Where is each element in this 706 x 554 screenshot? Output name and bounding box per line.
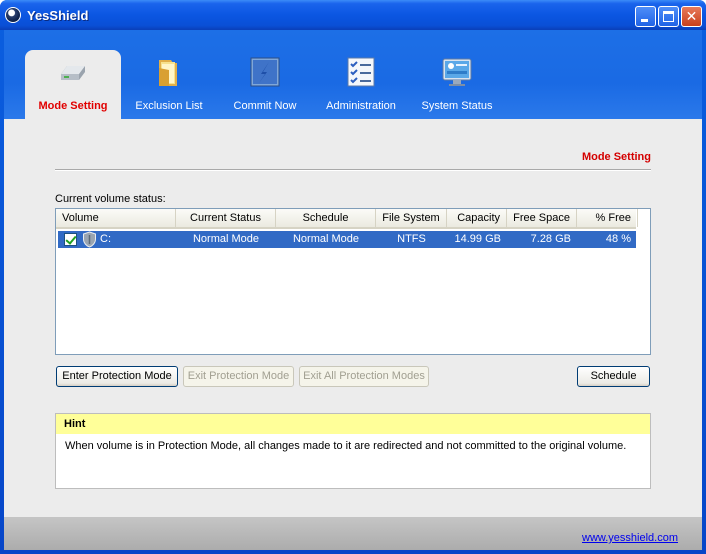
column-header-pct-free[interactable]: % Free bbox=[577, 209, 638, 227]
tab-exclusion-list[interactable]: Exclusion List bbox=[121, 50, 217, 119]
column-header-free-space[interactable]: Free Space bbox=[507, 209, 577, 227]
checklist-icon bbox=[347, 57, 375, 87]
tab-label: Exclusion List bbox=[135, 100, 203, 112]
tab-label: Administration bbox=[326, 100, 396, 112]
hint-text: When volume is in Protection Mode, all c… bbox=[65, 440, 627, 452]
tab-bar: Mode Setting Exclusion List Commit Now A… bbox=[4, 30, 702, 120]
schedule-button[interactable]: Schedule bbox=[577, 366, 650, 387]
volume-checkbox[interactable] bbox=[64, 233, 77, 246]
monitor-icon bbox=[442, 58, 472, 86]
cell-pct-free: 48 % bbox=[605, 233, 631, 245]
close-button[interactable]: ✕ bbox=[681, 6, 702, 27]
cell-free-space: 7.28 GB bbox=[530, 233, 571, 245]
tab-system-status[interactable]: System Status bbox=[409, 50, 505, 119]
column-header-volume[interactable]: Volume bbox=[56, 209, 176, 227]
column-header-schedule[interactable]: Schedule bbox=[276, 209, 376, 227]
hint-panel: Hint When volume is in Protection Mode, … bbox=[55, 413, 651, 489]
tab-label: Commit Now bbox=[233, 100, 297, 112]
table-row[interactable]: C: Normal Mode Normal Mode NTFS 14.99 GB… bbox=[58, 231, 636, 248]
enter-protection-mode-button[interactable]: Enter Protection Mode bbox=[56, 366, 178, 387]
app-icon[interactable] bbox=[5, 7, 21, 23]
exit-protection-mode-button[interactable]: Exit Protection Mode bbox=[183, 366, 294, 387]
section-title: Mode Setting bbox=[581, 151, 651, 163]
volume-status-label: Current volume status: bbox=[55, 193, 166, 205]
cell-volume: C: bbox=[100, 233, 111, 245]
exit-all-protection-modes-button[interactable]: Exit All Protection Modes bbox=[299, 366, 429, 387]
cell-current-status: Normal Mode bbox=[192, 233, 260, 245]
drive-icon bbox=[61, 66, 85, 80]
commit-icon bbox=[250, 57, 280, 87]
maximize-icon bbox=[663, 11, 674, 22]
minimize-button[interactable] bbox=[635, 6, 656, 27]
title-bar[interactable]: YesShield ✕ bbox=[0, 0, 706, 30]
minimize-icon bbox=[641, 19, 648, 22]
cell-capacity: 14.99 GB bbox=[454, 233, 501, 245]
tab-commit-now[interactable]: Commit Now bbox=[217, 50, 313, 119]
footer-bar: www.yesshield.com bbox=[4, 517, 702, 550]
volume-table[interactable]: Volume Current Status Schedule File Syst… bbox=[55, 208, 651, 355]
client-area: Mode Setting Exclusion List Commit Now A… bbox=[4, 30, 702, 550]
table-header: Volume Current Status Schedule File Syst… bbox=[56, 209, 638, 229]
column-header-current-status[interactable]: Current Status bbox=[176, 209, 276, 227]
hint-title: Hint bbox=[56, 414, 650, 434]
divider bbox=[55, 169, 651, 171]
website-link[interactable]: www.yesshield.com bbox=[582, 532, 678, 544]
cell-schedule: Normal Mode bbox=[292, 233, 360, 245]
close-icon: ✕ bbox=[685, 8, 698, 24]
window-title: YesShield bbox=[27, 8, 89, 23]
maximize-button[interactable] bbox=[658, 6, 679, 27]
folder-icon bbox=[159, 60, 177, 86]
column-header-file-system[interactable]: File System bbox=[376, 209, 447, 227]
column-header-capacity[interactable]: Capacity bbox=[447, 209, 507, 227]
tab-mode-setting[interactable]: Mode Setting bbox=[25, 50, 121, 120]
tab-label: System Status bbox=[421, 100, 493, 112]
shield-icon bbox=[83, 231, 96, 248]
tab-administration[interactable]: Administration bbox=[313, 50, 409, 119]
cell-file-system: NTFS bbox=[397, 233, 426, 245]
app-window: YesShield ✕ Mode Setting Exclusion List … bbox=[0, 0, 706, 554]
tab-label: Mode Setting bbox=[38, 100, 108, 112]
